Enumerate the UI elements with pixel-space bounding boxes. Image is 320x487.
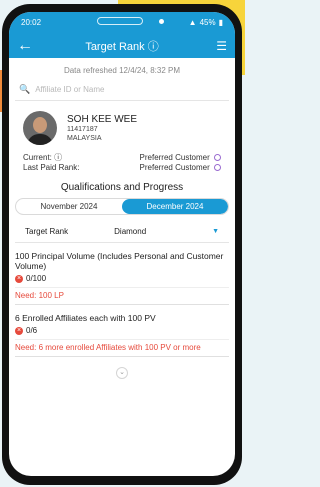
tab-november-2024[interactable]: November 2024 — [16, 199, 122, 214]
camera-dot — [159, 19, 164, 24]
phone-frame: 20:02 ▲ 45% ▮ ← Target Rank ⓘ ☰ Data ref… — [2, 4, 242, 485]
page-title: Target Rank ⓘ — [9, 38, 235, 54]
incomplete-icon: × — [15, 274, 23, 283]
status-time: 20:02 — [21, 18, 42, 27]
avatar — [23, 111, 57, 145]
target-rank-label: Target Rank — [25, 227, 69, 236]
scroll-more[interactable]: ⌄ — [9, 357, 235, 379]
profile-id: 11417187 — [67, 125, 98, 133]
rank-badge-icon — [214, 154, 221, 161]
requirement-item: 100 Principal Volume (Includes Personal … — [9, 243, 235, 305]
profile-country: MALAYSIA — [67, 134, 102, 142]
menu-icon[interactable]: ☰ — [216, 39, 227, 53]
status-indicators: ▲ 45% ▮ — [189, 18, 223, 27]
current-rank-info-icon[interactable]: ⓘ — [54, 153, 62, 162]
requirement-item: 6 Enrolled Affiliates each with 100 PV ×… — [9, 305, 235, 357]
requirement-title: 100 Principal Volume (Includes Personal … — [15, 251, 224, 271]
requirement-progress-row: × 0/100 — [15, 271, 229, 287]
requirement-progress-row: × 0/6 — [15, 323, 229, 339]
avatar-head — [33, 117, 47, 133]
requirement-title: 6 Enrolled Affiliates each with 100 PV — [15, 313, 156, 323]
last-paid-rank-value-text: Preferred Customer — [139, 163, 210, 172]
chevron-down-icon: ▼ — [212, 228, 219, 235]
info-icon[interactable]: ⓘ — [148, 41, 159, 53]
rank-summary: Current: ⓘ Preferred Customer Last Paid … — [9, 151, 235, 175]
current-rank-label-text: Current: — [23, 153, 52, 162]
last-paid-rank-value: Preferred Customer — [140, 163, 221, 173]
search-icon: 🔍 — [19, 84, 31, 94]
current-rank-label: Current: ⓘ — [23, 153, 62, 163]
search-placeholder: Affiliate ID or Name — [35, 85, 105, 94]
section-title: Qualifications and Progress — [60, 182, 184, 193]
avatar-body — [27, 134, 53, 145]
profile-name: SOH KEE WEE — [67, 113, 138, 125]
last-paid-rank-label: Last Paid Rank: — [23, 163, 80, 172]
last-paid-rank-row: Last Paid Rank: Preferred Customer — [23, 163, 221, 173]
signal-icon: ▲ — [188, 18, 197, 27]
target-rank-value: Diamond — [114, 227, 147, 236]
status-bar: 20:02 ▲ 45% ▮ — [9, 12, 235, 33]
data-refreshed-text: Data refreshed 12/4/24, 8:32 PM — [63, 66, 181, 75]
search-bar[interactable]: 🔍 Affiliate ID or Name — [15, 81, 229, 101]
requirement-need-text: Need: 100 LP — [15, 287, 229, 305]
requirement-progress: 0/6 — [26, 326, 38, 335]
chevron-down-icon: ⌄ — [116, 367, 128, 379]
requirement-progress: 0/100 — [26, 274, 47, 283]
profile-info: SOH KEE WEE 11417187 MALAYSIA — [67, 114, 137, 143]
target-rank-select[interactable]: Target Rank Diamond ▼ — [15, 221, 229, 243]
battery-icon: ▮ — [218, 18, 223, 27]
current-rank-row: Current: ⓘ Preferred Customer — [23, 153, 221, 163]
tab-december-2024[interactable]: December 2024 — [122, 199, 228, 214]
month-tabs: November 2024 December 2024 — [15, 198, 229, 215]
incomplete-icon: × — [15, 326, 23, 335]
requirement-need-text: Need: 6 more enrolled Affiliates with 10… — [15, 339, 229, 357]
dynamic-island — [97, 17, 143, 25]
battery-level: 45% — [199, 18, 216, 27]
profile-card: SOH KEE WEE 11417187 MALAYSIA — [9, 101, 235, 151]
rank-badge-icon — [214, 164, 221, 171]
app-bar: ← Target Rank ⓘ ☰ — [9, 33, 235, 58]
page-title-text: Target Rank — [85, 40, 145, 53]
current-rank-value: Preferred Customer — [140, 153, 221, 163]
current-rank-value-text: Preferred Customer — [139, 153, 210, 162]
app-screen: 20:02 ▲ 45% ▮ ← Target Rank ⓘ ☰ Data ref… — [9, 12, 235, 476]
